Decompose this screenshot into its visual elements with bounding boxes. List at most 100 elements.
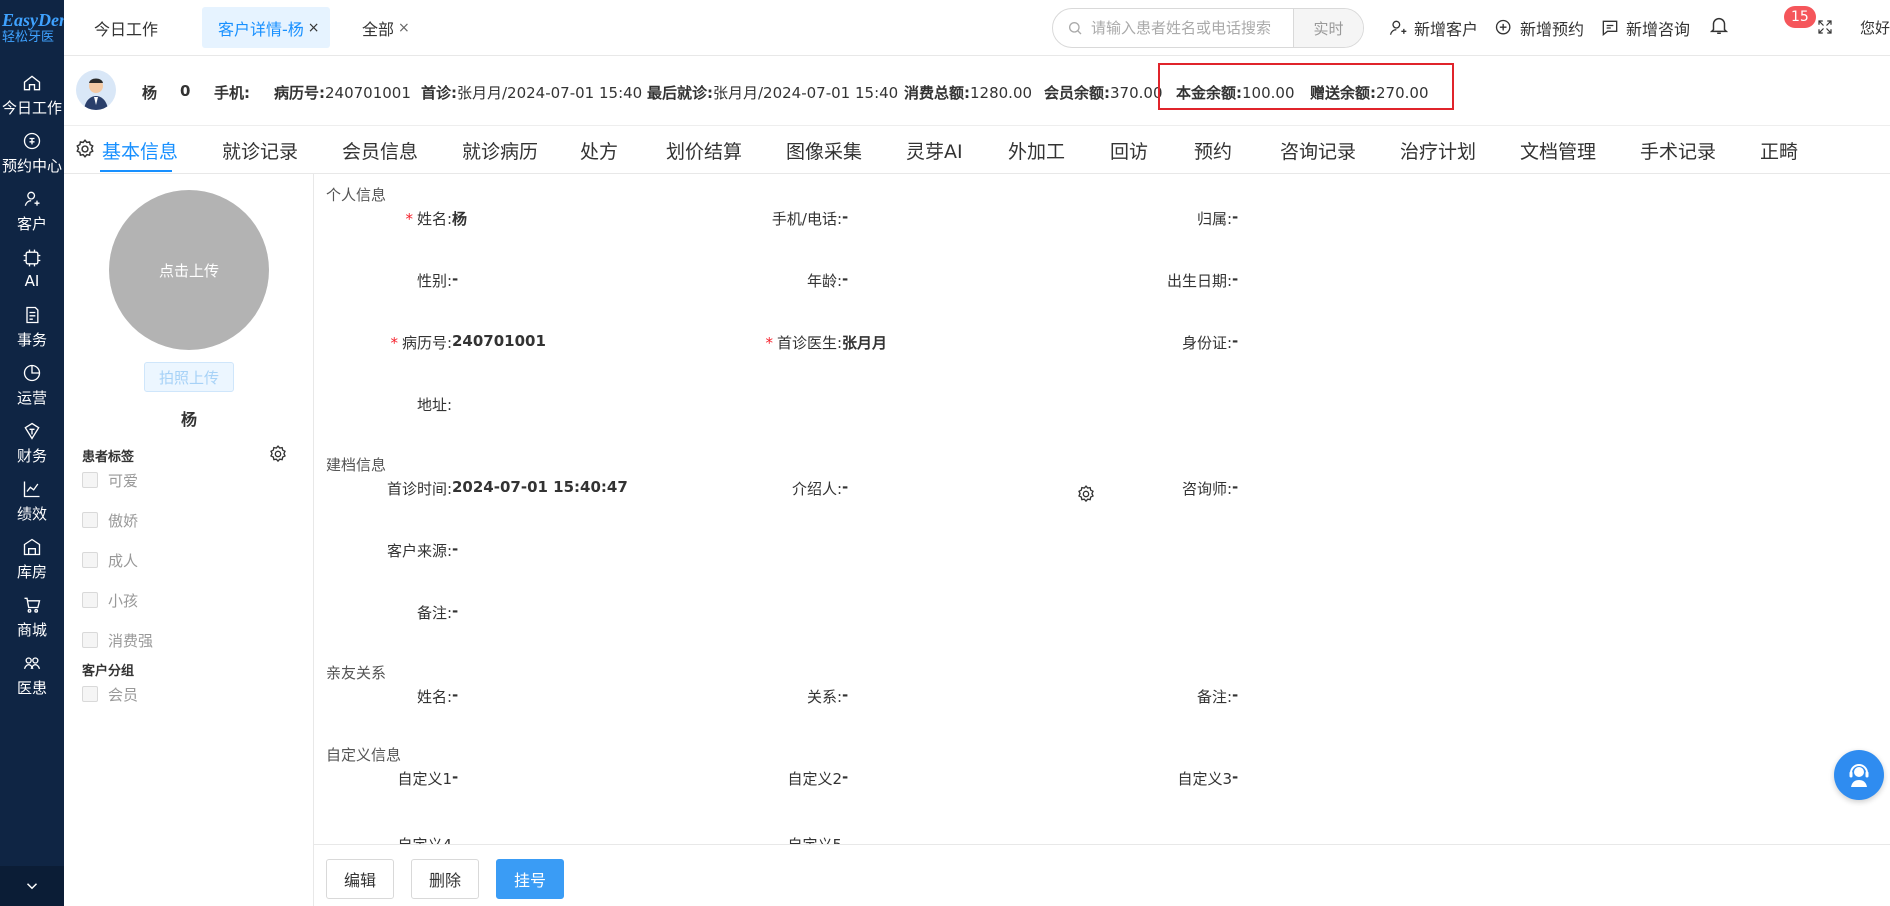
appointment-icon bbox=[23, 132, 41, 149]
search-input[interactable] bbox=[1091, 19, 1291, 37]
top-bar: 今日工作 客户详情-杨 × 全部 × 实时 新增客户 新增预约 新增咨询 bbox=[64, 0, 1890, 56]
sidebar-item-ai[interactable]: AI bbox=[0, 238, 64, 300]
name-label: * 姓名: bbox=[405, 210, 452, 228]
sidebar-item-doctor-patient[interactable]: 医患 bbox=[0, 644, 64, 706]
group-label: 会员 bbox=[108, 685, 139, 704]
patient-search: 实时 bbox=[1052, 8, 1364, 48]
checkbox[interactable] bbox=[82, 472, 98, 488]
user-greeting[interactable]: 您好，超管 bbox=[1860, 17, 1890, 38]
tab-treatment-plan[interactable]: 治疗计划 bbox=[1400, 137, 1476, 164]
add-appointment-button[interactable]: 新增预约 bbox=[1494, 16, 1584, 40]
active-tab-indicator bbox=[100, 170, 172, 172]
tab-surgery-records[interactable]: 手术记录 bbox=[1640, 137, 1716, 164]
sidebar-item-finance[interactable]: 财务 bbox=[0, 412, 64, 474]
photo-upload-area[interactable]: 点击上传 bbox=[109, 190, 269, 350]
customer-group-title: 客户分组 bbox=[82, 664, 135, 679]
tab-lingya-ai[interactable]: 灵芽AI bbox=[906, 137, 963, 164]
fullscreen-button[interactable] bbox=[1816, 18, 1836, 38]
gear-icon bbox=[270, 445, 286, 463]
referrer-label: 介绍人: bbox=[791, 480, 842, 498]
tab-customer-detail[interactable]: 客户详情-杨 × bbox=[202, 7, 330, 48]
first-visit-time-label: 首诊时间: bbox=[386, 480, 452, 498]
phone-info: 手机: bbox=[214, 84, 250, 102]
tab-all[interactable]: 全部 × bbox=[348, 7, 420, 48]
tab-label: 今日工作 bbox=[94, 19, 159, 39]
sidebar-item-label: 运营 bbox=[16, 388, 47, 407]
notifications-button[interactable] bbox=[1708, 14, 1732, 40]
register-button[interactable]: 挂号 bbox=[496, 859, 564, 899]
sidebar-collapse-button[interactable] bbox=[0, 866, 64, 906]
custom4-label: 自定义4 bbox=[397, 834, 452, 844]
phone-value: - bbox=[842, 208, 849, 226]
sidebar-item-label: 绩效 bbox=[16, 504, 47, 523]
tab-medical-records[interactable]: 就诊病历 bbox=[462, 137, 538, 164]
tab-member-info[interactable]: 会员信息 bbox=[342, 137, 418, 164]
fullscreen-icon bbox=[1818, 20, 1832, 34]
relatives-title: 亲友关系 bbox=[326, 664, 387, 682]
sidebar-item-warehouse[interactable]: 库房 bbox=[0, 528, 64, 590]
relationship-label: 关系: bbox=[806, 688, 842, 706]
tab-basic-info[interactable]: 基本信息 bbox=[102, 137, 178, 164]
sidebar-item-today[interactable]: 今日工作 bbox=[0, 64, 64, 126]
tab-billing[interactable]: 划价结算 bbox=[666, 137, 742, 164]
add-customer-button[interactable]: 新增客户 bbox=[1388, 16, 1478, 40]
tab-today[interactable]: 今日工作 bbox=[80, 7, 172, 48]
logo-subtext: 轻松牙医 bbox=[2, 30, 55, 45]
tag-checkbox[interactable]: 消费强 bbox=[82, 630, 153, 650]
sidebar-item-performance[interactable]: 绩效 bbox=[0, 470, 64, 532]
avatar bbox=[76, 70, 116, 110]
tags-settings-button[interactable] bbox=[268, 444, 288, 464]
id-card-value: - bbox=[1232, 332, 1239, 350]
referrer-settings-button[interactable] bbox=[1076, 484, 1096, 504]
camera-upload-button[interactable]: 拍照上传 bbox=[144, 362, 234, 392]
first-doctor-label: * 首诊医生: bbox=[765, 334, 842, 352]
sidebar: EasyDent 轻松牙医 今日工作 预约中心 客户 AI 事务 运营 bbox=[0, 0, 64, 906]
photo-upload-label: 点击上传 bbox=[158, 261, 219, 280]
sidebar-item-mall[interactable]: 商城 bbox=[0, 586, 64, 648]
custom3-label: 自定义3 bbox=[1177, 770, 1232, 788]
sidebar-item-tasks[interactable]: 事务 bbox=[0, 296, 64, 358]
basic-info-content: 个人信息 * 姓名: 杨 手机/电话: - 归属: - 性别: - 年龄: - 出… bbox=[314, 174, 1890, 844]
affiliation-value: - bbox=[1232, 208, 1239, 226]
tab-settings-button[interactable] bbox=[74, 138, 96, 160]
search-mode-button[interactable]: 实时 bbox=[1293, 9, 1363, 47]
group-checkbox[interactable]: 会员 bbox=[82, 684, 138, 704]
sidebar-item-label: 事务 bbox=[16, 330, 47, 349]
home-icon bbox=[23, 74, 41, 90]
checkbox[interactable] bbox=[82, 512, 98, 528]
sidebar-item-operations[interactable]: 运营 bbox=[0, 354, 64, 416]
tab-visit-records[interactable]: 就诊记录 bbox=[222, 137, 298, 164]
tag-checkbox[interactable]: 成人 bbox=[82, 550, 138, 570]
tag-checkbox[interactable]: 小孩 bbox=[82, 590, 138, 610]
checkbox[interactable] bbox=[82, 552, 98, 568]
tab-outsourcing[interactable]: 外加工 bbox=[1008, 137, 1065, 164]
consultant-label: 咨询师: bbox=[1181, 480, 1232, 498]
checkbox[interactable] bbox=[82, 632, 98, 648]
tab-image-capture[interactable]: 图像采集 bbox=[786, 137, 862, 164]
action-bar: 编辑 删除 挂号 bbox=[314, 844, 1890, 906]
tab-consultation-records[interactable]: 咨询记录 bbox=[1280, 137, 1356, 164]
warehouse-icon bbox=[23, 538, 41, 555]
tab-orthodontics[interactable]: 正畸 bbox=[1760, 137, 1798, 164]
add-consultation-button[interactable]: 新增咨询 bbox=[1600, 16, 1690, 40]
tab-prescription[interactable]: 处方 bbox=[580, 137, 618, 164]
tag-checkbox[interactable]: 傲娇 bbox=[82, 510, 138, 530]
customer-source-label: 客户来源: bbox=[386, 542, 452, 560]
phone-label: 手机/电话: bbox=[771, 210, 842, 228]
tab-appointments[interactable]: 预约 bbox=[1194, 137, 1232, 164]
sidebar-item-customers[interactable]: 客户 bbox=[0, 180, 64, 242]
customer-support-button[interactable] bbox=[1834, 750, 1884, 800]
tab-documents[interactable]: 文档管理 bbox=[1520, 137, 1596, 164]
close-icon[interactable]: × bbox=[398, 20, 410, 36]
edit-button[interactable]: 编辑 bbox=[326, 859, 394, 899]
logo: EasyDent 轻松牙医 bbox=[0, 0, 64, 56]
tag-checkbox[interactable]: 可爱 bbox=[82, 470, 138, 490]
total-consumption-info: 消费总额:1280.00 bbox=[904, 84, 1033, 102]
checkbox[interactable] bbox=[82, 686, 98, 702]
checkbox[interactable] bbox=[82, 592, 98, 608]
close-icon[interactable]: × bbox=[308, 20, 320, 36]
delete-button[interactable]: 删除 bbox=[411, 859, 479, 899]
tab-follow-up[interactable]: 回访 bbox=[1110, 137, 1148, 164]
remark-label: 备注: bbox=[416, 604, 452, 622]
sidebar-item-appointments[interactable]: 预约中心 bbox=[0, 122, 64, 184]
